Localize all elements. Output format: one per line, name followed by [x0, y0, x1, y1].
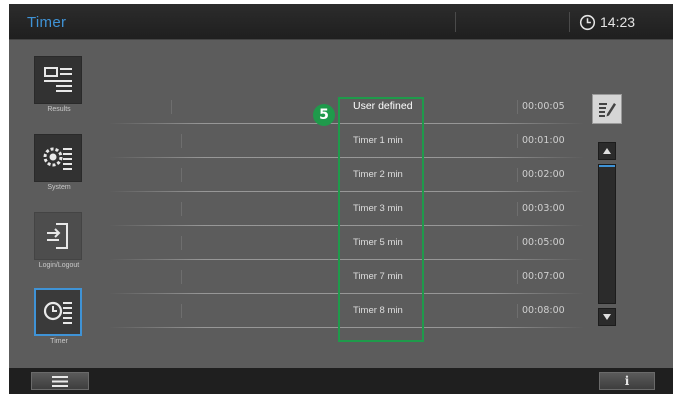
nav-login[interactable]: Login/Logout — [23, 212, 95, 278]
system-button[interactable] — [34, 134, 82, 182]
triangle-down-icon — [603, 314, 611, 320]
login-icon — [47, 223, 68, 249]
column-divider — [517, 134, 518, 148]
column-divider — [181, 168, 182, 182]
clock-icon — [579, 14, 596, 30]
column-divider — [517, 168, 518, 182]
callout-badge: 5 — [313, 104, 335, 126]
timer-icon — [43, 301, 72, 324]
login-button[interactable] — [34, 212, 82, 260]
column-divider — [517, 270, 518, 284]
footer-bar: i — [9, 368, 673, 394]
timer-duration: 00:07:00 — [522, 271, 565, 282]
nav-timer[interactable]: Timer — [23, 288, 95, 354]
column-divider — [171, 100, 172, 114]
page-title: Timer — [27, 14, 67, 31]
timer-duration: 00:01:00 — [522, 135, 565, 146]
results-button[interactable] — [34, 56, 82, 104]
header-divider — [569, 12, 570, 32]
nav-results-label: Results — [47, 106, 71, 113]
column-divider — [181, 202, 182, 216]
column-divider — [517, 304, 518, 318]
callout-highlight — [338, 97, 424, 342]
hamburger-icon — [52, 375, 68, 387]
column-divider — [517, 202, 518, 216]
nav-login-label: Login/Logout — [38, 262, 80, 269]
timer-duration: 00:02:00 — [522, 169, 565, 180]
nav-system[interactable]: System — [23, 134, 95, 200]
device-screen: Timer 14:23 Results System Login/Logout … — [9, 4, 673, 394]
results-icon — [44, 67, 72, 92]
edit-button[interactable] — [592, 94, 622, 124]
edit-icon — [599, 103, 616, 117]
column-divider — [181, 134, 182, 148]
scroll-up-button[interactable] — [598, 142, 616, 160]
nav-system-label: System — [47, 184, 71, 191]
column-divider — [181, 270, 182, 284]
scroll-down-button[interactable] — [598, 308, 616, 326]
nav-timer-label: Timer — [50, 338, 68, 345]
menu-button[interactable] — [31, 372, 89, 390]
timer-duration: 00:03:00 — [522, 203, 565, 214]
column-divider — [181, 236, 182, 250]
column-divider — [517, 100, 518, 114]
timer-duration: 00:08:00 — [522, 305, 565, 316]
timer-button[interactable] — [34, 288, 82, 336]
header-bar: Timer 14:23 — [9, 4, 673, 40]
system-icon — [43, 147, 72, 170]
scrollbar-thumb[interactable] — [599, 165, 615, 175]
column-divider — [517, 236, 518, 250]
timer-duration: 00:00:05 — [522, 101, 565, 112]
timer-duration: 00:05:00 — [522, 237, 565, 248]
clock-time: 14:23 — [600, 14, 636, 30]
column-divider — [181, 304, 182, 318]
header-divider — [455, 12, 456, 32]
clock: 14:23 — [579, 12, 635, 32]
info-button[interactable]: i — [599, 372, 655, 390]
triangle-up-icon — [603, 148, 611, 154]
scrollbar[interactable] — [598, 164, 616, 304]
nav-results[interactable]: Results — [23, 56, 95, 122]
